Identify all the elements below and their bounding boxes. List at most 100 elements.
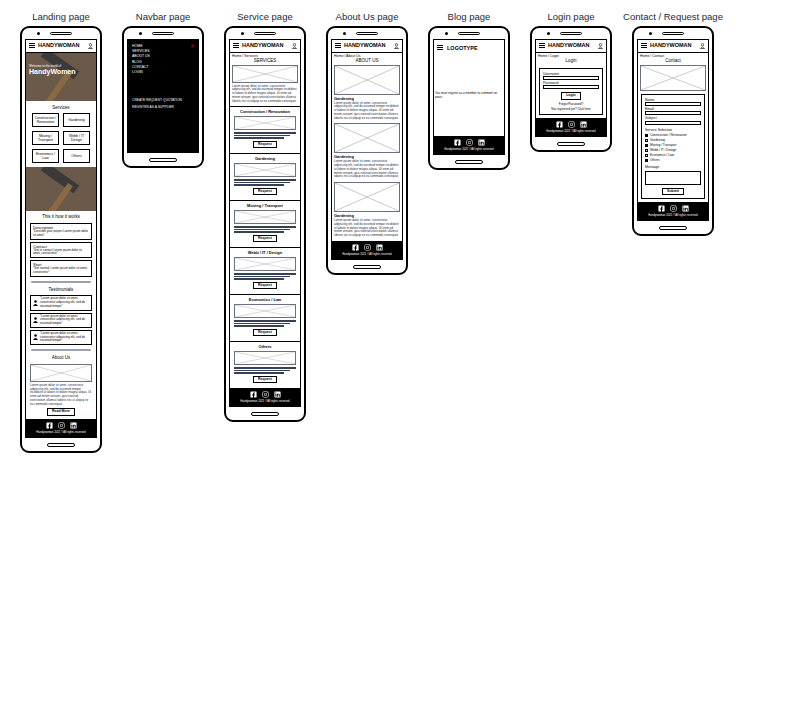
button[interactable]: Request [253, 376, 277, 384]
user-icon[interactable] [598, 43, 603, 49]
instagram-icon[interactable] [568, 121, 575, 128]
nav-item[interactable]: CONTACT [132, 65, 150, 69]
nav-item[interactable]: BLOG [132, 60, 150, 64]
checkbox[interactable] [645, 139, 648, 142]
nav-action[interactable]: REGISTER AS A SUPPLIER [132, 105, 194, 109]
phone-speaker [649, 32, 697, 35]
login-phone: HANDYWOMANHome / LoginLoginUsernamePassw… [530, 26, 612, 153]
app-header: HANDYWOMAN [536, 40, 606, 53]
forgot-link[interactable]: Forgot Password? [559, 103, 583, 107]
nav-item[interactable]: LOGIN [132, 70, 150, 74]
brand-logo[interactable]: HANDYWOMAN [242, 43, 284, 49]
close-button[interactable]: X [191, 44, 194, 75]
phone-speaker [241, 32, 289, 35]
section-divider [31, 281, 91, 283]
linkedin-icon[interactable] [274, 391, 281, 398]
landing-phone: HANDYWOMANWelcome to the world ofHandyWo… [20, 26, 102, 453]
service-tile[interactable]: Others [63, 149, 90, 163]
instagram-icon[interactable] [58, 422, 65, 429]
image-placeholder [334, 123, 400, 153]
home-bar [353, 265, 381, 269]
facebook-icon[interactable] [250, 391, 257, 398]
testimonial-card: "Lorem ipsum dolor sit amet, consectetur… [30, 313, 92, 328]
page-column: Contact / Request pageHANDYWOMANHome / C… [632, 12, 714, 236]
text-input[interactable] [645, 102, 701, 106]
phone-screen: LOGOTYPEYou must register as a member to… [433, 39, 505, 155]
menu-icon[interactable] [233, 43, 239, 48]
button[interactable]: Submit [662, 188, 684, 196]
page-column: Login page HANDYWOMANHome / LoginLoginUse… [530, 12, 612, 152]
facebook-icon[interactable] [454, 139, 461, 146]
phone-speaker [139, 32, 187, 35]
checkbox[interactable] [645, 144, 648, 147]
nav-item[interactable]: ABOUT US [132, 54, 150, 58]
button[interactable]: Request [253, 235, 277, 243]
register-link[interactable]: Not registered yet? Click here [551, 108, 591, 112]
text-input[interactable] [543, 76, 599, 80]
menu-icon[interactable] [29, 43, 35, 48]
nav-item[interactable]: HOME [132, 44, 150, 48]
instagram-icon[interactable] [466, 139, 473, 146]
service-option[interactable]: Construction / Renovation [645, 133, 701, 137]
facebook-icon[interactable] [352, 244, 359, 251]
user-icon[interactable] [394, 43, 399, 49]
instagram-icon[interactable] [262, 391, 269, 398]
testimonial-card: "Lorem ipsum dolor sit amet, consectetur… [30, 330, 92, 345]
service-tile[interactable]: Economics / Law [32, 149, 59, 163]
facebook-icon[interactable] [556, 121, 563, 128]
text-input[interactable] [543, 85, 599, 89]
page-title: Login page [547, 12, 594, 22]
service-option[interactable]: Moving / Transport [645, 143, 701, 147]
service-option[interactable]: Gardening [645, 138, 701, 142]
logo[interactable]: LOGOTYPE [447, 44, 478, 52]
app-header: HANDYWOMAN [230, 40, 300, 53]
user-icon[interactable] [700, 43, 705, 49]
linkedin-icon[interactable] [70, 422, 77, 429]
menu-icon[interactable] [641, 43, 647, 48]
text-input[interactable] [645, 121, 701, 125]
instagram-icon[interactable] [364, 244, 371, 251]
brand-logo[interactable]: HANDYWOMAN [548, 43, 590, 49]
page-column: Navbar pageHOMESERVICESABOUT USBLOGCONTA… [122, 12, 204, 168]
image-placeholder [30, 364, 92, 382]
service-tile[interactable]: Gardening [63, 113, 90, 127]
checkbox[interactable] [645, 159, 648, 162]
button[interactable]: Login [561, 92, 581, 100]
button[interactable]: Request [253, 188, 277, 196]
service-tile[interactable]: Construction / Renovation [32, 113, 59, 127]
linkedin-icon[interactable] [376, 244, 383, 251]
button[interactable]: Request [253, 141, 277, 149]
facebook-icon[interactable] [658, 205, 665, 212]
footer: Handywoman 2021 ©All rights reserved [332, 241, 402, 259]
checkbox[interactable] [645, 154, 648, 157]
app-header: HANDYWOMAN [332, 40, 402, 53]
message-input[interactable] [645, 171, 701, 185]
instagram-icon[interactable] [670, 205, 677, 212]
button[interactable]: Request [253, 282, 277, 290]
testimonial-card: "Lorem ipsum dolor sit amet, consectetur… [30, 295, 92, 310]
linkedin-icon[interactable] [682, 205, 689, 212]
checkbox[interactable] [645, 134, 648, 137]
service-tile[interactable]: Moving / Transport [32, 131, 59, 145]
menu-icon[interactable] [335, 43, 341, 48]
button[interactable]: Read More [47, 408, 75, 416]
brand-logo[interactable]: HANDYWOMAN [38, 43, 80, 49]
menu-icon[interactable] [437, 45, 443, 50]
text-input[interactable] [645, 111, 701, 115]
service-option[interactable]: Economics / Law [645, 153, 701, 157]
nav-action[interactable]: CREATE REQUEST QUOTATION [132, 98, 194, 102]
facebook-icon[interactable] [46, 422, 53, 429]
linkedin-icon[interactable] [580, 121, 587, 128]
user-icon[interactable] [88, 43, 93, 49]
menu-icon[interactable] [539, 43, 545, 48]
checkbox[interactable] [645, 149, 648, 152]
brand-logo[interactable]: HANDYWOMAN [650, 43, 692, 49]
service-tile[interactable]: Webb / IT Design [63, 131, 90, 145]
nav-item[interactable]: SERVICES [132, 49, 150, 53]
service-option[interactable]: Webb / IT / Design [645, 148, 701, 152]
linkedin-icon[interactable] [478, 139, 485, 146]
brand-logo[interactable]: HANDYWOMAN [344, 43, 386, 49]
user-icon[interactable] [292, 43, 297, 49]
button[interactable]: Request [253, 329, 277, 337]
service-option[interactable]: Others [645, 158, 701, 162]
